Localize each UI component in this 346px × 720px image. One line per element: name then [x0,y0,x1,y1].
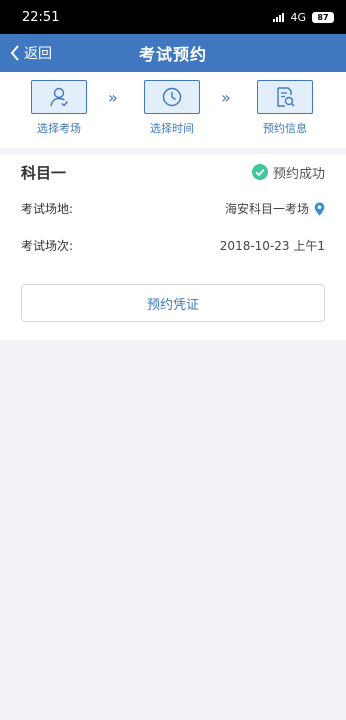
battery-icon: 87 [312,11,334,23]
clock-icon [144,80,200,114]
chevron-left-icon [10,45,19,61]
check-circle-icon [251,164,268,180]
step-booking-info: 预约信息 [250,80,320,136]
status-indicators: 4G 87 [273,11,334,24]
voucher-button[interactable]: 预约凭证 [21,284,325,322]
session-label: 考试场次: [21,239,74,253]
document-search-icon [257,80,313,114]
status-badge: 预约成功 [251,163,325,182]
session-value: 2018-10-23 上午1 [219,239,325,253]
battery-level: 87 [317,12,329,22]
step-select-venue: 选择考场 [24,80,94,136]
step-indicator: 选择考场 » 选择时间 » 预约信息 [0,72,346,154]
network-type: 4G [290,10,306,24]
button-wrapper: 预约凭证 [21,264,325,340]
session-row: 考试场次: 2018-10-23 上午1 [21,227,325,264]
subject-title: 科目一 [21,163,67,182]
nav-bar: 返回 考试预约 [0,34,346,72]
status-text: 预约成功 [272,166,325,182]
booking-result-card: 科目一 预约成功 考试场地: 海安科目一考场 考试场次: 2018-10-23 … [0,154,346,340]
venue-value: 海安科目一考场 [224,202,309,216]
double-chevron-icon: » [221,88,231,107]
status-bar: 22:51 4G 87 [0,0,346,34]
step-select-time: 选择时间 [137,80,207,136]
step-label: 预约信息 [263,122,307,135]
empty-area [0,340,346,720]
venue-row: 考试场地: 海安科目一考场 [21,190,325,227]
step-label: 选择时间 [150,122,194,135]
back-label: 返回 [24,46,52,62]
person-check-icon [31,80,87,114]
step-label: 选择考场 [37,122,81,135]
double-chevron-icon: » [108,88,118,107]
card-header: 科目一 预约成功 [21,154,325,190]
location-pin-icon[interactable] [314,202,325,216]
back-button[interactable]: 返回 [10,34,52,72]
signal-icon [273,12,285,22]
status-time: 22:51 [22,9,60,25]
venue-value-group: 海安科目一考场 [225,200,325,217]
venue-label: 考试场地: [21,202,74,216]
